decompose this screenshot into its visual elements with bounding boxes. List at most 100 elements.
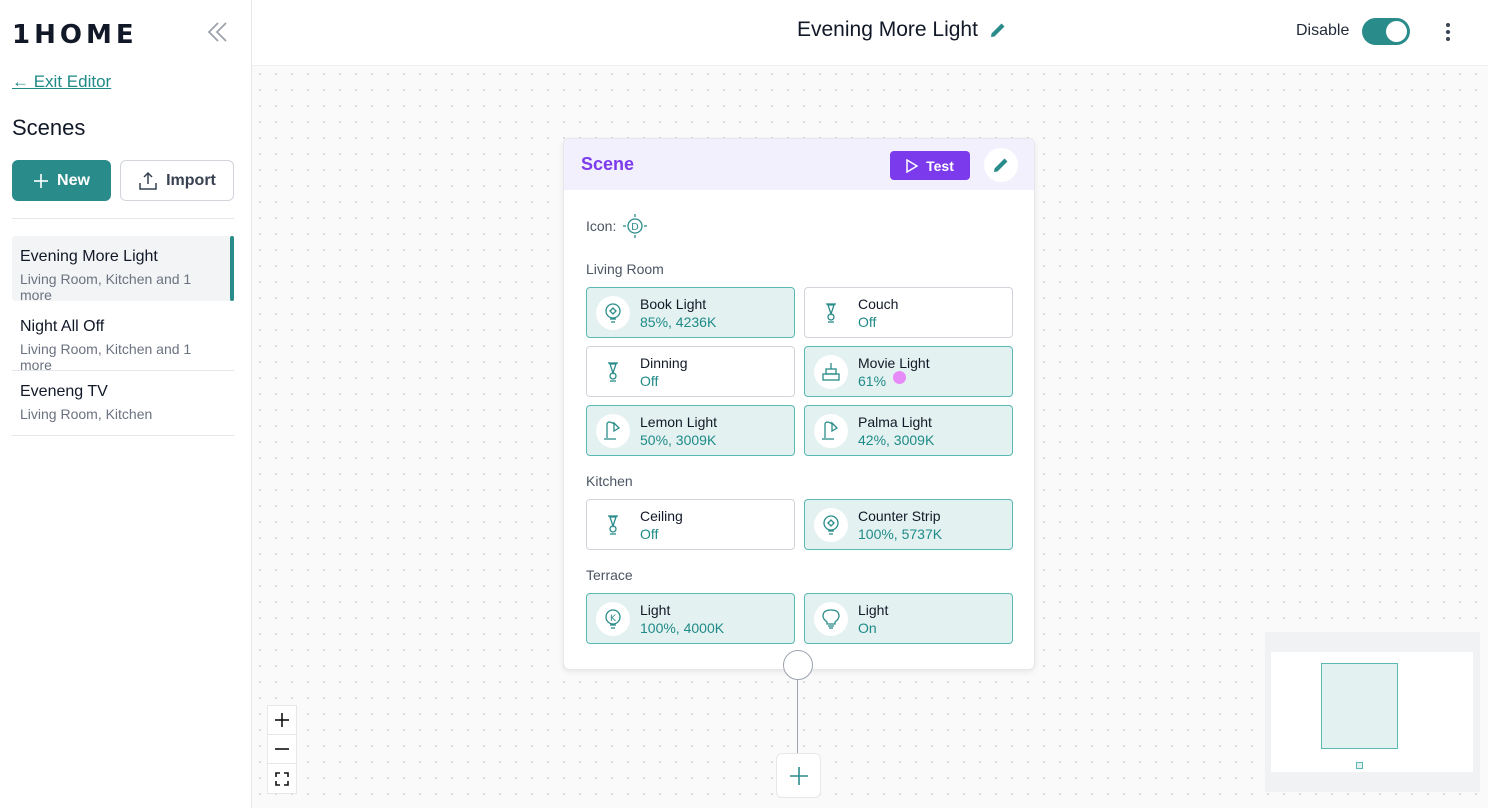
device-ceiling[interactable]: Ceiling Off [586, 499, 795, 550]
fit-view-button[interactable] [268, 764, 296, 793]
scene-card-title: Scene [581, 154, 635, 174]
svg-text:D: D [632, 222, 640, 233]
title-group: Evening More Light [797, 18, 1008, 42]
connector-line [797, 680, 798, 754]
top-bar: Evening More Light Disable [252, 0, 1488, 66]
device-name: Palma Light [858, 414, 932, 430]
device-state: Off [858, 314, 877, 330]
device-state: On [858, 620, 877, 636]
scene-rooms: Living Room, Kitchen and 1 more [20, 341, 192, 373]
toggle-knob [1386, 21, 1407, 42]
group-label-living-room: Living Room [586, 261, 664, 277]
pencil-icon [994, 158, 1008, 172]
device-name: Lemon Light [640, 414, 718, 430]
device-name: Book Light [640, 296, 707, 312]
scene-name: Evening More Light [20, 248, 158, 265]
bulb-outline-icon [814, 602, 848, 636]
svg-text:K: K [610, 614, 617, 624]
new-scene-button[interactable]: New [12, 160, 111, 201]
zoom-controls [267, 705, 297, 794]
plus-icon [275, 713, 289, 727]
device-terrace-light-2[interactable]: Light On [804, 593, 1013, 644]
scene-item-night-all-off[interactable]: Night All Off Living Room, Kitchen and 1… [12, 306, 234, 373]
minus-icon [275, 748, 289, 750]
scene-item-evening-more-light[interactable]: Evening More Light Living Room, Kitchen … [12, 236, 234, 303]
device-book-light[interactable]: Book Light 85%, 4236K [586, 287, 795, 338]
plus-icon [789, 766, 808, 785]
minimap-add-node [1356, 762, 1363, 769]
device-name: Movie Light [858, 355, 930, 371]
double-chevron-left-icon [207, 22, 227, 42]
device-state: 100%, 5737K [858, 526, 943, 542]
plus-icon [34, 173, 49, 188]
device-state: Off [640, 373, 659, 389]
pendant-lamp-icon [814, 296, 848, 330]
scene-card: Scene Test Icon: D Living Room Book Ligh… [563, 138, 1035, 670]
sidebar-divider [12, 218, 234, 219]
add-node-button[interactable] [776, 753, 821, 798]
bulb-icon [814, 508, 848, 542]
device-movie-light[interactable]: Movie Light 61% [804, 346, 1013, 397]
pendant-lamp-icon [596, 508, 630, 542]
more-options-button[interactable] [1436, 18, 1460, 46]
scene-card-header: Scene Test [564, 139, 1034, 190]
scene-list: Evening More Light Living Room, Kitchen … [12, 236, 234, 436]
test-label: Test [926, 157, 954, 174]
minimap-scene-node [1321, 663, 1398, 749]
scene-item-eveneng-tv[interactable]: Eveneng TV Living Room, Kitchen [12, 371, 234, 436]
scene-icon-row: Icon: D [586, 213, 648, 239]
import-button[interactable]: Import [120, 160, 234, 201]
group-label-terrace: Terrace [586, 567, 633, 583]
desk-lamp-icon [596, 414, 630, 448]
exit-editor-link[interactable]: ← Exit Editor [12, 72, 111, 92]
import-label: Import [166, 171, 216, 189]
device-state: 50%, 3009K [640, 432, 717, 448]
device-state: 61% [858, 373, 887, 389]
device-state: 42%, 3009K [858, 432, 935, 448]
device-state: Off [640, 526, 659, 542]
scene-name: Eveneng TV [20, 383, 108, 400]
bulb-icon [596, 296, 630, 330]
scene-name: Night All Off [20, 318, 105, 335]
collapse-sidebar-button[interactable] [203, 18, 231, 46]
device-name: Light [640, 602, 671, 618]
table-lamp-icon [814, 355, 848, 389]
device-state: 85%, 4236K [640, 314, 717, 330]
minimap[interactable] [1265, 632, 1480, 792]
page-title: Evening More Light [797, 18, 978, 41]
device-name: Dinning [640, 355, 688, 371]
icon-label: Icon: [586, 218, 617, 234]
device-counter-strip[interactable]: Counter Strip 100%, 5737K [804, 499, 1013, 550]
device-name: Light [858, 602, 889, 618]
device-name: Ceiling [640, 508, 683, 524]
k-bulb-icon: K [596, 602, 630, 636]
sun-d-icon[interactable]: D [622, 213, 648, 239]
connector-handle[interactable] [783, 650, 813, 680]
zoom-out-button[interactable] [268, 735, 296, 764]
pencil-icon[interactable] [988, 20, 1008, 40]
device-palma-light[interactable]: Palma Light 42%, 3009K [804, 405, 1013, 456]
device-terrace-light-1[interactable]: K Light 100%, 4000K [586, 593, 795, 644]
disable-label: Disable [1296, 22, 1350, 39]
device-state: 100%, 4000K [640, 620, 725, 636]
device-lemon-light[interactable]: Lemon Light 50%, 3009K [586, 405, 795, 456]
play-icon [906, 158, 919, 173]
scenes-heading: Scenes [12, 115, 86, 140]
device-couch[interactable]: Couch Off [804, 287, 1013, 338]
upload-icon [139, 171, 157, 190]
device-dinning[interactable]: Dinning Off [586, 346, 795, 397]
edit-scene-button[interactable] [984, 148, 1018, 182]
disable-toggle[interactable] [1362, 18, 1410, 45]
desk-lamp-icon [814, 414, 848, 448]
pendant-lamp-icon [596, 355, 630, 389]
pointer-indicator [893, 371, 906, 384]
minimap-viewport [1271, 652, 1473, 772]
device-name: Couch [858, 296, 899, 312]
new-scene-label: New [57, 171, 90, 189]
group-label-kitchen: Kitchen [586, 473, 633, 489]
test-button[interactable]: Test [890, 151, 970, 180]
scene-rooms: Living Room, Kitchen [20, 406, 153, 422]
sidebar: 1HOME ← Exit Editor Scenes New Import Ev… [0, 0, 252, 808]
device-name: Counter Strip [858, 508, 941, 524]
zoom-in-button[interactable] [268, 706, 296, 735]
